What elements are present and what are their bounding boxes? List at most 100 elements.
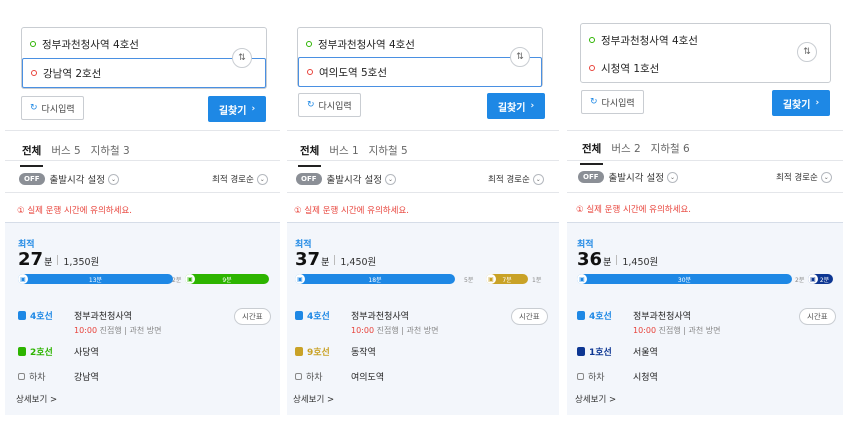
tab-subway[interactable]: 지하철 6 [651, 141, 690, 156]
chevron-down-icon: ⌄ [820, 171, 832, 183]
tab-subway[interactable]: 지하철 5 [369, 143, 408, 158]
swap-icon[interactable]: ⇅ [510, 47, 530, 67]
refresh-icon: ↻ [307, 100, 315, 110]
route-panel-2: 정부과천청사역 4호선 여의도역 5호선 ⇅ ↻ 다시입력 길찾기 › 전체 버스 … [285, 0, 562, 428]
destination-field[interactable]: 강남역 2호선 [22, 58, 266, 88]
detail-link[interactable]: 상세보기 > [575, 393, 616, 405]
route-summary: 36 분 1,450원 [577, 249, 659, 270]
tab-bar: 전체 버스 2 지하철 6 [579, 141, 700, 165]
warning-text: ① 실제 운행 시간에 유의하세요. [576, 205, 691, 215]
destination-dot-icon [31, 70, 37, 76]
walk-segment: 2분 [172, 276, 182, 284]
divider [5, 192, 280, 193]
tab-bar: 전체 버스 5 지하철 3 [19, 143, 140, 167]
walk-segment: 2분 [795, 276, 805, 284]
detail-link[interactable]: 상세보기 > [16, 393, 57, 405]
sort-dropdown[interactable]: 최적 경로순 ⌄ [212, 173, 268, 185]
tab-bus[interactable]: 버스 5 [51, 143, 80, 158]
departure-setting[interactable]: OFF 출발시각 설정 ⌄ [19, 172, 119, 186]
departure-setting[interactable]: OFF 출발시각 설정 ⌄ [578, 170, 678, 184]
tab-bus[interactable]: 버스 1 [329, 143, 358, 158]
warning-text: ① 실제 운행 시간에 유의하세요. [17, 206, 132, 216]
train-info: 10:00 진접행 | 과천 방면 [74, 326, 162, 335]
timetable-button[interactable]: 시간표 [234, 308, 271, 325]
tab-all[interactable]: 전체 [579, 141, 604, 165]
route-stop: 2호선 사당역 [18, 345, 99, 358]
chevron-right-icon: › [251, 104, 256, 114]
subway-icon: ▣ [18, 274, 28, 284]
tab-all[interactable]: 전체 [19, 143, 44, 167]
segment-bar: 9분 [185, 274, 269, 284]
tab-subway[interactable]: 지하철 3 [91, 143, 130, 158]
route-inputs: 정부과천청사역 4호선 강남역 2호선 ⇅ [21, 27, 267, 89]
alight-icon [18, 373, 25, 380]
route-stop: 하차 강남역 [18, 370, 99, 383]
chevron-right-icon: › [815, 98, 820, 108]
divider [567, 130, 843, 131]
reinput-button[interactable]: ↻ 다시입력 [298, 93, 361, 117]
swap-icon[interactable]: ⇅ [232, 48, 252, 68]
chevron-down-icon: ⌄ [256, 173, 268, 185]
timetable-button[interactable]: 시간표 [511, 308, 548, 325]
route-stop: 4호선 정부과천청사역 [18, 309, 132, 322]
swap-icon[interactable]: ⇅ [797, 42, 817, 62]
route-card[interactable]: 최적 37 분 1,450원 18분 5분 7분 1분 ▣ ▣ 4호선 정부과천청사역… [287, 222, 559, 415]
sort-dropdown[interactable]: 최적 경로순 ⌄ [776, 171, 832, 183]
destination-field[interactable]: 여의도역 5호선 [298, 57, 542, 87]
chevron-down-icon: ⌄ [384, 173, 396, 185]
origin-field[interactable]: 정부과천청사역 4호선 [581, 25, 830, 55]
reinput-button[interactable]: ↻ 다시입력 [21, 96, 84, 120]
destination-field[interactable]: 시청역 1호선 [581, 53, 830, 83]
divider [287, 130, 559, 131]
sort-dropdown[interactable]: 최적 경로순 ⌄ [488, 173, 544, 185]
subway-icon [295, 347, 303, 356]
off-toggle[interactable]: OFF [296, 173, 322, 185]
divider [5, 160, 280, 161]
segment-bar: 18분 [295, 274, 455, 284]
route-stop: 9호선 동작역 [295, 345, 376, 358]
off-toggle[interactable]: OFF [19, 173, 45, 185]
off-toggle[interactable]: OFF [578, 171, 604, 183]
find-route-button[interactable]: 길찾기 › [487, 93, 545, 119]
alight-icon [295, 373, 302, 380]
origin-dot-icon [306, 41, 312, 47]
route-stop: 4호선 정부과천청사역 [295, 309, 409, 322]
chevron-down-icon: ⌄ [107, 173, 119, 185]
subway-icon: ▣ [577, 274, 587, 284]
timetable-button[interactable]: 시간표 [799, 308, 836, 325]
reinput-button[interactable]: ↻ 다시입력 [581, 90, 644, 114]
destination-dot-icon [589, 65, 595, 71]
detail-link[interactable]: 상세보기 > [293, 393, 334, 405]
warning-text: ① 실제 운행 시간에 유의하세요. [294, 206, 409, 216]
route-panel-1: 정부과천청사역 4호선 강남역 2호선 ⇅ ↻ 다시입력 길찾기 › 전체 버스 5… [0, 0, 285, 428]
divider [287, 192, 559, 193]
chevron-down-icon: ⌄ [666, 171, 678, 183]
route-stop: 4호선 정부과천청사역 [577, 309, 691, 322]
find-route-button[interactable]: 길찾기 › [772, 90, 830, 116]
subway-icon: ▣ [295, 274, 305, 284]
train-info: 10:00 진접행 | 과천 방면 [633, 326, 721, 335]
route-card[interactable]: 최적 36 분 1,450원 30분 2분 2분 ▣ ▣ 4호선 정부과천청사역 10… [567, 222, 843, 415]
origin-field[interactable]: 정부과천청사역 4호선 [22, 29, 266, 59]
find-route-button[interactable]: 길찾기 › [208, 96, 266, 122]
divider [287, 160, 559, 161]
segment-bar: 13분 [18, 274, 173, 284]
tab-bar: 전체 버스 1 지하철 5 [297, 143, 418, 167]
subway-icon [577, 347, 585, 356]
chevron-right-icon: › [530, 101, 535, 111]
subway-icon [577, 311, 585, 320]
segment-bar: 30분 [577, 274, 792, 284]
tab-bus[interactable]: 버스 2 [611, 141, 640, 156]
divider [567, 192, 843, 193]
chevron-down-icon: ⌄ [532, 173, 544, 185]
tab-all[interactable]: 전체 [297, 143, 322, 167]
departure-setting[interactable]: OFF 출발시각 설정 ⌄ [296, 172, 396, 186]
origin-field[interactable]: 정부과천청사역 4호선 [298, 29, 542, 59]
route-stop: 하차 시청역 [577, 370, 658, 383]
origin-dot-icon [30, 41, 36, 47]
subway-icon [18, 347, 26, 356]
train-info: 10:00 진접행 | 과천 방면 [351, 326, 439, 335]
route-panel-3: 정부과천청사역 4호선 시청역 1호선 ⇅ ↻ 다시입력 길찾기 › 전체 버스 2… [565, 0, 845, 428]
route-inputs: 정부과천청사역 4호선 여의도역 5호선 ⇅ [297, 27, 543, 87]
route-card[interactable]: 최적 27 분 1,350원 13분 2분 9분 ▣ ▣ 4호선 정부과천청사역 10… [5, 222, 280, 415]
